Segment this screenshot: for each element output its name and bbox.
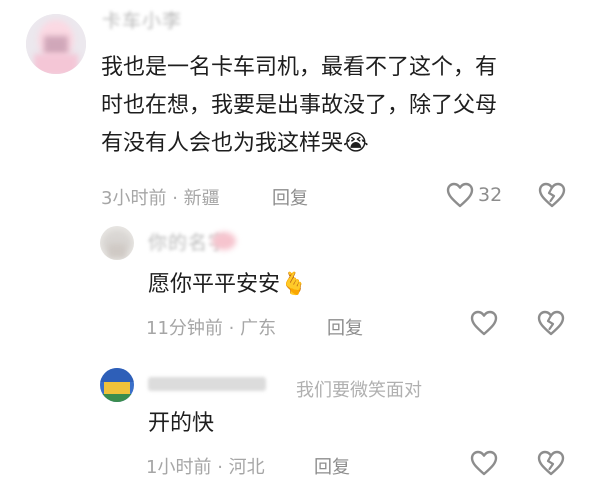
comment-text: 愿你平平安安🫰 [148,272,308,297]
author-nickname[interactable]: 我们要微笑面对 [296,376,422,402]
author-badge [212,232,236,250]
comment-line: 时也在想，我要是出事故没了，除了父母 [101,93,498,118]
comment-meta: 11分钟前 · 广东 [146,314,276,340]
reply-button[interactable]: 回复 [272,184,308,210]
separator-dot: · [228,318,235,339]
broken-heart-icon [537,310,565,336]
like-count: 32 [478,184,503,206]
separator-dot: · [172,188,178,209]
comment-time: 3小时前 [101,188,167,209]
comment-text: 我也是一名卡车司机，最看不了这个，有 时也在想，我要是出事故没了，除了父母 有没… [101,49,561,163]
author-name[interactable]: 卡车小李 [102,6,182,33]
comment-location: 河北 [228,457,265,478]
comment-line: 有没有人会也为我这样哭😭 [101,131,369,156]
avatar[interactable] [100,368,134,402]
like-button[interactable] [468,307,500,339]
comment-location: 广东 [240,318,277,339]
author-name[interactable] [148,374,268,396]
broken-heart-icon [538,182,566,208]
separator-dot: · [217,457,223,478]
reply-button[interactable]: 回复 [314,453,350,479]
comment-time: 11分钟前 [146,318,223,339]
dislike-button[interactable] [536,179,568,211]
comment-text: 开的快 [148,411,215,436]
dislike-button[interactable] [535,307,567,339]
heart-icon [470,450,498,476]
avatar[interactable] [100,226,134,260]
comment-meta: 3小时前 · 新疆 [101,184,220,210]
like-button[interactable] [444,179,476,211]
comment-meta: 1小时前 · 河北 [146,453,265,479]
heart-icon [446,182,474,208]
like-button[interactable] [468,447,500,479]
comment-location: 新疆 [183,188,220,209]
reply-button[interactable]: 回复 [327,314,363,340]
dislike-button[interactable] [535,447,567,479]
heart-icon [470,310,498,336]
broken-heart-icon [537,450,565,476]
avatar[interactable] [26,14,86,74]
comment-line: 我也是一名卡车司机，最看不了这个，有 [101,55,498,80]
comment-time: 1小时前 [146,457,212,478]
